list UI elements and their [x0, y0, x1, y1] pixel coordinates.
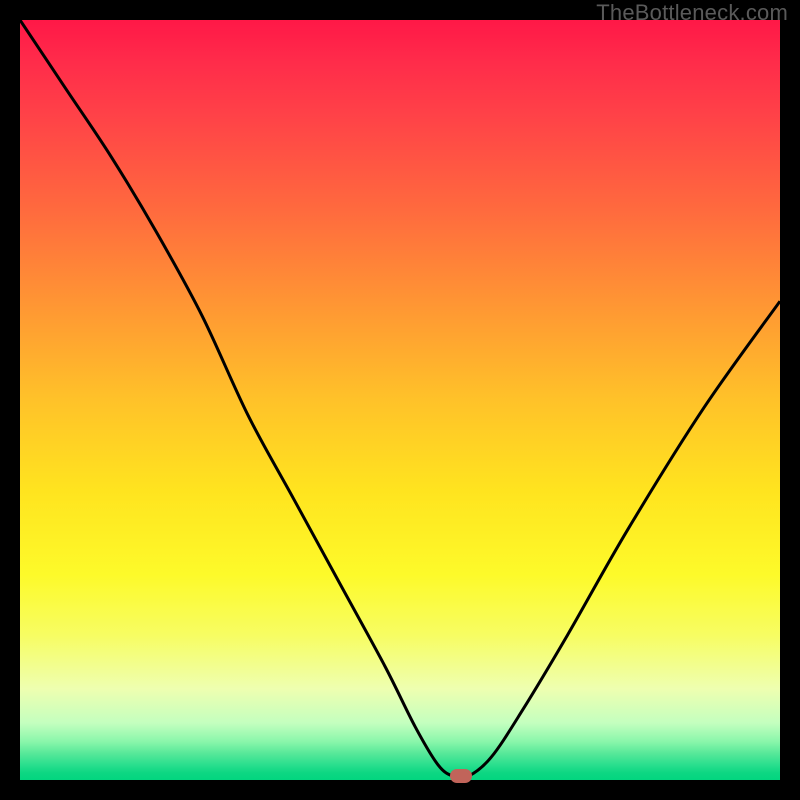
chart-container: TheBottleneck.com [0, 0, 800, 800]
curve-svg [20, 20, 780, 780]
optimal-marker [450, 769, 472, 783]
plot-area [20, 20, 780, 780]
watermark-text: TheBottleneck.com [596, 0, 788, 26]
bottleneck-curve [20, 20, 780, 778]
